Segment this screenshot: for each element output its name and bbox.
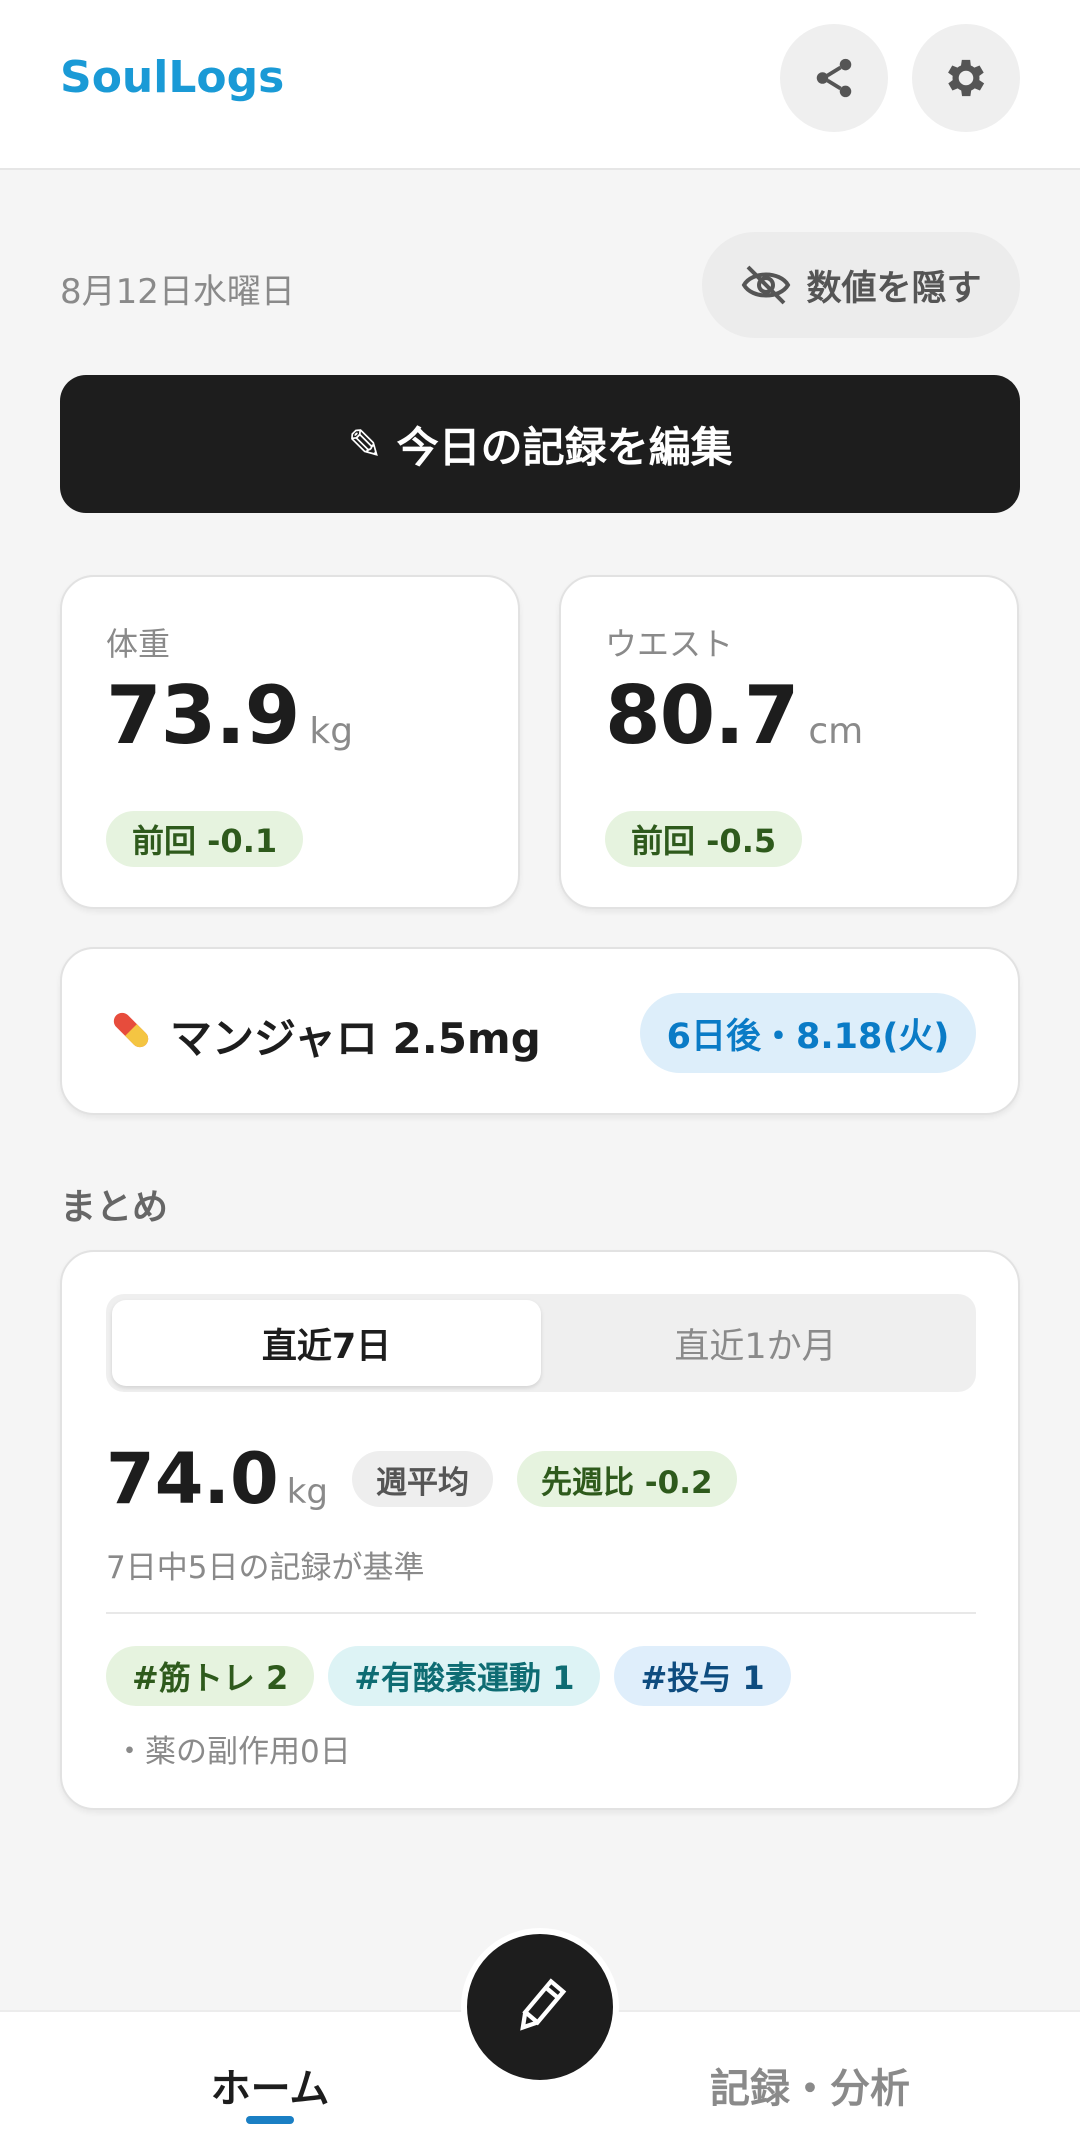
divider bbox=[106, 1612, 976, 1614]
pencil-icon bbox=[520, 1978, 567, 2031]
app-title: SoulLogs bbox=[60, 52, 285, 103]
summary-title: まとめ bbox=[60, 1187, 169, 1228]
metric-value: 73.9 kg bbox=[106, 669, 353, 762]
share-icon bbox=[816, 58, 852, 98]
app-header: SoulLogs bbox=[0, 0, 1080, 170]
date-label: 8月12日水曜日 bbox=[60, 272, 295, 312]
metric-label: 体重 bbox=[106, 625, 171, 663]
gear-icon bbox=[948, 59, 985, 97]
metric-number: 73.9 bbox=[106, 669, 300, 762]
metric-unit: cm bbox=[808, 711, 864, 752]
tag-list: #筋トレ 2 #有酸素運動 1 #投与 1 bbox=[106, 1646, 791, 1706]
eye-off-icon bbox=[742, 265, 791, 305]
metric-unit: kg bbox=[309, 711, 354, 752]
tab-last-7-days[interactable]: 直近7日 bbox=[112, 1300, 541, 1386]
metric-number: 80.7 bbox=[605, 669, 799, 762]
week-compare-badge: 先週比 -0.2 bbox=[517, 1451, 737, 1507]
medication-card[interactable]: マンジャロ 2.5mg 6日後・8.18(火) bbox=[60, 947, 1020, 1115]
pill-icon bbox=[113, 1012, 149, 1048]
average-row: 74.0 kg 週平均 先週比 -0.2 bbox=[106, 1438, 737, 1520]
basis-text: 7日中5日の記録が基準 bbox=[106, 1550, 425, 1586]
average-unit: kg bbox=[286, 1472, 328, 1512]
tag-strength-training[interactable]: #筋トレ 2 bbox=[106, 1646, 315, 1706]
share-button[interactable] bbox=[780, 24, 888, 132]
medication-name: マンジャロ 2.5mg bbox=[170, 1014, 541, 1063]
tab-last-month[interactable]: 直近1か月 bbox=[541, 1300, 970, 1386]
average-number: 74.0 bbox=[106, 1438, 279, 1520]
metric-label: ウエスト bbox=[605, 625, 734, 663]
next-dose-badge[interactable]: 6日後・8.18(火) bbox=[640, 993, 976, 1073]
edit-today-label: 今日の記録を編集 bbox=[396, 422, 733, 472]
weekly-average-badge: 週平均 bbox=[352, 1451, 493, 1507]
average-value: 74.0 kg bbox=[106, 1438, 328, 1520]
hide-values-button[interactable]: 数値を隠す bbox=[702, 232, 1020, 338]
nav-records-analysis[interactable]: 記録・分析 bbox=[680, 2056, 940, 2114]
add-record-fab[interactable] bbox=[461, 1928, 619, 2086]
tag-dose[interactable]: #投与 1 bbox=[614, 1646, 791, 1706]
side-effect-text: ・薬の副作用0日 bbox=[114, 1734, 351, 1770]
hide-values-label: 数値を隠す bbox=[806, 268, 982, 309]
waist-card[interactable]: ウエスト 80.7 cm 前回 -0.5 bbox=[559, 575, 1019, 909]
pencil-icon: ✎ bbox=[347, 419, 383, 469]
edit-today-button[interactable]: ✎ 今日の記録を編集 bbox=[60, 375, 1020, 513]
period-segmented-control: 直近7日 直近1か月 bbox=[106, 1294, 976, 1392]
active-tab-indicator bbox=[246, 2116, 294, 2124]
delta-badge: 前回 -0.1 bbox=[106, 811, 304, 867]
metric-value: 80.7 cm bbox=[605, 669, 863, 762]
summary-card: 直近7日 直近1か月 74.0 kg 週平均 先週比 -0.2 7日中5日の記録… bbox=[60, 1250, 1020, 1810]
tag-cardio[interactable]: #有酸素運動 1 bbox=[328, 1646, 601, 1706]
delta-badge: 前回 -0.5 bbox=[605, 811, 803, 867]
settings-button[interactable] bbox=[912, 24, 1020, 132]
weight-card[interactable]: 体重 73.9 kg 前回 -0.1 bbox=[60, 575, 520, 909]
nav-home[interactable]: ホーム bbox=[150, 2056, 390, 2114]
